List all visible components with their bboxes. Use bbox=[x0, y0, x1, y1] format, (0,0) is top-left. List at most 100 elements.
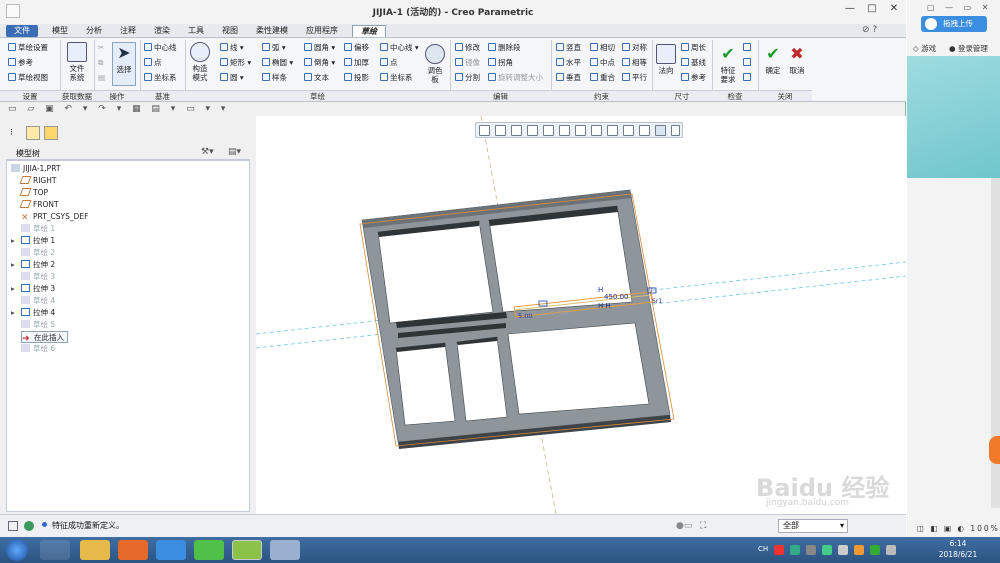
feature-requirements-button[interactable]: ✔ 特征 要求 bbox=[716, 44, 740, 84]
tab-flexible-modeling[interactable]: 柔性建模 bbox=[250, 25, 294, 37]
rectangle-button[interactable]: 矩形 ▾ bbox=[220, 57, 251, 69]
saved-orientations-icon[interactable] bbox=[559, 125, 570, 136]
tree-item-sketch-2[interactable]: 草绘 2 bbox=[21, 247, 55, 259]
paste-icon[interactable]: ▤ bbox=[98, 72, 105, 84]
expand-arrow-icon[interactable]: ▸ bbox=[11, 235, 21, 247]
vertical-constraint-button[interactable]: 竖直 bbox=[556, 42, 581, 54]
arc-button[interactable]: 弧 ▾ bbox=[262, 42, 286, 54]
expand-arrow-icon[interactable]: ▸ bbox=[11, 307, 21, 319]
group-label-inspect[interactable]: 检查 bbox=[712, 90, 758, 101]
tree-item-insert-here[interactable]: ➜ 在此插入 bbox=[21, 331, 68, 344]
refit-icon[interactable] bbox=[479, 125, 490, 136]
tree-item-sketch-5[interactable]: 草绘 5 bbox=[21, 319, 55, 331]
coincident-constraint-button[interactable]: 重合 bbox=[590, 72, 615, 84]
tab-annotate[interactable]: 注释 bbox=[114, 25, 142, 37]
tray-icon-1[interactable] bbox=[774, 545, 784, 555]
file-system-button[interactable]: 文件 系统 bbox=[63, 42, 91, 82]
close-button[interactable]: ✕ bbox=[884, 3, 904, 19]
select-button[interactable]: ➤ 选择 bbox=[112, 42, 136, 86]
fillet-button[interactable]: 圆角 ▾ bbox=[304, 42, 335, 54]
tab-view[interactable]: 视图 bbox=[216, 25, 244, 37]
overlap-icon[interactable] bbox=[743, 42, 753, 54]
tree-toggle-icon[interactable] bbox=[8, 521, 18, 531]
offset-button[interactable]: 偏移 bbox=[344, 42, 369, 54]
minimize-button[interactable]: — bbox=[840, 3, 860, 19]
tree-item-extrude-3[interactable]: ▸ 拉伸 3 bbox=[11, 283, 55, 295]
floating-tab-icon[interactable] bbox=[989, 436, 1000, 464]
tab-tools[interactable]: 工具 bbox=[182, 25, 210, 37]
datum-csys-button[interactable]: 坐标系 bbox=[144, 72, 177, 84]
taskbar-paint[interactable] bbox=[270, 540, 300, 560]
baseline-button[interactable]: 基线 bbox=[681, 57, 706, 69]
regen-status-icon[interactable]: ●▭ bbox=[676, 521, 692, 531]
tree-item-sketch-3[interactable]: 草绘 3 bbox=[21, 271, 55, 283]
tree-item-sketch-6[interactable]: 草绘 6 bbox=[21, 343, 55, 355]
find-icon[interactable]: ⛶ bbox=[700, 521, 706, 531]
tree-item-part[interactable]: JIJIA-1.PRT bbox=[11, 163, 60, 175]
browser-toggle-icon[interactable] bbox=[24, 521, 34, 531]
group-label-dimension[interactable]: 尺寸 bbox=[652, 90, 712, 101]
tab-sketch[interactable]: 草绘 bbox=[352, 25, 386, 37]
project-button[interactable]: 投影 bbox=[344, 72, 369, 84]
upload-button[interactable]: 拖拽上传 bbox=[921, 16, 987, 32]
qat-icons[interactable]: ▭ ▱ ▣ ↶ ▾ ↷ ▾ ▦ ▤ ▾ ▭ ▾ ▾ bbox=[8, 104, 229, 114]
favorites-tab-icon[interactable] bbox=[44, 126, 58, 140]
cancel-button[interactable]: ✖ 取消 bbox=[786, 44, 808, 75]
tree-item-extrude-4[interactable]: ▸ 拉伸 4 bbox=[11, 307, 55, 319]
shade-closed-icon[interactable] bbox=[743, 57, 753, 69]
divide-button[interactable]: 分割 bbox=[455, 72, 480, 84]
tree-settings-icon[interactable]: ⚒▾ bbox=[201, 147, 214, 157]
horizontal-constraint-button[interactable]: 水平 bbox=[556, 57, 581, 69]
display-style-icon[interactable] bbox=[543, 125, 554, 136]
taskbar-media[interactable] bbox=[118, 540, 148, 560]
spin-center-icon[interactable] bbox=[623, 125, 634, 136]
view-manager-icon[interactable] bbox=[575, 125, 586, 136]
datum-centerline-button[interactable]: 中心线 bbox=[144, 42, 177, 54]
tree-item-front[interactable]: FRONT bbox=[19, 199, 59, 211]
references-button[interactable]: 参考 bbox=[8, 57, 33, 69]
tree-item-csys[interactable]: ✕ PRT_CSYS_DEF bbox=[21, 211, 88, 223]
sketch-point-button[interactable]: 点 bbox=[380, 57, 398, 69]
folder-browser-tab-icon[interactable] bbox=[26, 126, 40, 140]
start-button[interactable] bbox=[6, 539, 28, 561]
tab-applications[interactable]: 应用程序 bbox=[300, 25, 344, 37]
tab-render[interactable]: 渲染 bbox=[148, 25, 176, 37]
perspective-icon[interactable] bbox=[591, 125, 602, 136]
tree-item-top[interactable]: TOP bbox=[19, 187, 48, 199]
text-button[interactable]: 文本 bbox=[304, 72, 329, 84]
selection-filter-dropdown[interactable]: 全部 ▾ bbox=[778, 519, 848, 533]
clock-time[interactable]: 6:14 bbox=[935, 539, 981, 548]
tray-icon-6[interactable] bbox=[854, 545, 864, 555]
tree-item-right[interactable]: RIGHT bbox=[19, 175, 56, 187]
datum-point-button[interactable]: 点 bbox=[144, 57, 162, 69]
delete-segment-button[interactable]: 删除段 bbox=[488, 42, 521, 54]
tray-icon-2[interactable] bbox=[790, 545, 800, 555]
sketch-setup-button[interactable]: 草绘设置 bbox=[8, 42, 48, 54]
graphics-window[interactable]: 450.00 H H H 5.00 PRT_CSYS_DEF T Sr1 Bai… bbox=[255, 115, 907, 515]
tree-show-icon[interactable]: ▤▾ bbox=[228, 147, 241, 157]
highlight-open-icon[interactable] bbox=[743, 72, 753, 84]
clock-date[interactable]: 2018/6/21 bbox=[935, 550, 981, 559]
construction-mode-button[interactable]: 构造 模式 bbox=[188, 42, 212, 82]
tab-analysis[interactable]: 分析 bbox=[80, 25, 108, 37]
perpendicular-constraint-button[interactable]: 垂直 bbox=[556, 72, 581, 84]
taskbar-browser[interactable] bbox=[194, 540, 224, 560]
ok-button[interactable]: ✔ 确定 bbox=[762, 44, 784, 75]
group-label-setup[interactable]: 设置 bbox=[0, 90, 60, 101]
taskbar-cloud[interactable] bbox=[156, 540, 186, 560]
equal-constraint-button[interactable]: 相等 bbox=[622, 57, 647, 69]
help-icon[interactable]: ⊘ ? bbox=[862, 25, 877, 35]
tab-model[interactable]: 模型 bbox=[46, 25, 74, 37]
games-link[interactable]: ◇ 游戏 bbox=[913, 43, 936, 54]
corner-button[interactable]: 拐角 bbox=[488, 57, 513, 69]
spline-button[interactable]: 样条 bbox=[262, 72, 287, 84]
dimension-label-450[interactable]: 450.00 bbox=[604, 293, 629, 301]
side-window-controls[interactable]: ▢ — ▭ ✕ bbox=[927, 3, 992, 12]
tree-item-extrude-2[interactable]: ▸ 拉伸 2 bbox=[11, 259, 55, 271]
group-label-constrain[interactable]: 约束 bbox=[551, 90, 652, 101]
expand-arrow-icon[interactable]: ▸ bbox=[11, 259, 21, 271]
language-indicator[interactable]: CH bbox=[758, 545, 768, 553]
symmetric-constraint-button[interactable]: 对称 bbox=[622, 42, 647, 54]
line-button[interactable]: 线 ▾ bbox=[220, 42, 244, 54]
taskbar-creo[interactable] bbox=[232, 540, 262, 560]
